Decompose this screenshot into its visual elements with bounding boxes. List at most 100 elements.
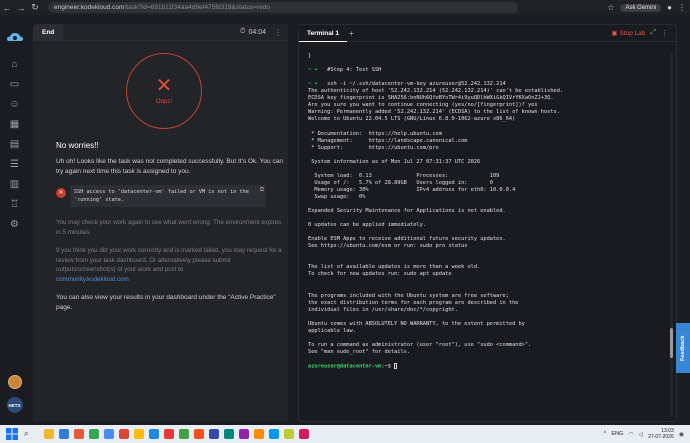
stop-lab-label: Stop Lab [619, 30, 646, 37]
result-heading: No worries!! [56, 141, 99, 150]
stopwatch-icon: ⏱ [240, 28, 246, 35]
taskbar-app-icon[interactable] [284, 429, 294, 439]
taskbar-app-icon[interactable] [44, 429, 54, 439]
terminal-line: the exact distribution terms for each pr… [308, 299, 519, 306]
terminal-line: Memory usage: 30% IPv4 address for eth0:… [308, 186, 516, 193]
forward-icon[interactable]: → [14, 3, 28, 13]
taskbar-app-icon[interactable] [179, 429, 189, 439]
terminal-line: Are you sure you want to continue connec… [308, 102, 538, 109]
terminal-line: * Support: https://ubuntu.com/pro [308, 144, 439, 151]
taskbar-app-icon[interactable] [269, 429, 279, 439]
settings-icon[interactable]: ⚙ [0, 215, 29, 235]
reload-icon[interactable]: ↻ [28, 2, 42, 13]
tab-end[interactable]: End [33, 23, 64, 41]
taskbar: ⌕ ^ ENG ◠ ◁ 13:03 27-07-2026 ◉ [0, 425, 690, 443]
terminal-line: ECDSA key fingerprint is SHA256:bnNUh6Qf… [308, 95, 554, 102]
ask-gemini-button[interactable]: Ask Gemini [620, 3, 662, 12]
close-icon: ✕ [155, 75, 173, 97]
notification-icon[interactable]: ◉ [679, 431, 684, 438]
terminal-line: azureuser@datacenter-vm:~$ [308, 363, 664, 370]
windows-start-icon[interactable] [6, 428, 18, 440]
taskbar-app-icon[interactable] [224, 429, 234, 439]
profile-icon[interactable]: ● [667, 3, 672, 12]
grid-icon[interactable]: ▦ [0, 115, 29, 135]
result-panel-header: End ⏱ 04:04 ⋮ [33, 23, 288, 41]
address-bar[interactable]: engineer.kodekloud.com/task?id=691b11f34… [48, 2, 518, 13]
stop-lab-button[interactable]: ▣ Stop Lab [611, 29, 645, 37]
oops-label: Oops! [155, 99, 172, 105]
speaker-icon[interactable]: ◁ [639, 431, 644, 438]
taskbar-app-icon[interactable] [74, 429, 84, 439]
browser-toolbar: ← → ↻ engineer.kodekloud.com/task?id=691… [0, 0, 690, 15]
terminal-cursor [394, 363, 398, 370]
taskbar-app-icon[interactable] [209, 429, 219, 439]
terminal-line: The authenticity of host '52.242.132.214… [308, 88, 564, 95]
user-icon[interactable]: ☺ [0, 95, 29, 115]
error-icon: ✕ [56, 188, 66, 198]
search-icon[interactable]: ⌕ [24, 429, 36, 439]
more-options-icon[interactable]: ⋮ [661, 29, 668, 37]
terminal-line: System load: 0.13 Processes: 109 [308, 172, 500, 179]
taskbar-app-icon[interactable] [299, 429, 309, 439]
list-icon[interactable]: ☰ [0, 155, 29, 175]
taskbar-app-icon[interactable] [194, 429, 204, 439]
taskbar-app-icon[interactable] [59, 429, 69, 439]
chevron-up-icon[interactable]: ^ [604, 431, 607, 437]
menu-icon[interactable]: ⋮ [678, 3, 686, 12]
home-icon[interactable]: ⌂ [0, 55, 29, 75]
tab-terminal-1[interactable]: Terminal 1 [299, 25, 348, 42]
copy-icon[interactable]: ⧉ [260, 187, 264, 194]
taskbar-app-icon[interactable] [104, 429, 114, 439]
trophy-icon[interactable]: ♖ [0, 195, 29, 215]
terminal-line: See https://ubuntu.com/esm or run: sudo … [308, 243, 468, 250]
terminal-line: applicable law. [308, 327, 356, 334]
terminal-scrollbar[interactable] [670, 53, 673, 417]
taskbar-app-icon[interactable] [254, 429, 264, 439]
taskbar-app-icon[interactable] [134, 429, 144, 439]
language-indicator[interactable]: ENG [611, 431, 623, 437]
star-icon[interactable]: ☆ [607, 3, 614, 12]
terminal-line: 0 updates can be applied immediately. [308, 222, 426, 229]
add-terminal-button[interactable]: + [349, 29, 354, 38]
playground-icon[interactable]: ▤ [0, 135, 29, 155]
sidebar: ⌂ ▭ ☺ ▦ ▤ ☰ ▥ ♖ ⚙ HETS [0, 15, 29, 425]
terminal-line: The list of available updates is more th… [308, 264, 481, 271]
taskbar-app-icon[interactable] [89, 429, 99, 439]
taskbar-app-icon[interactable] [119, 429, 129, 439]
fullscreen-icon[interactable]: ⤢ [650, 29, 656, 37]
terminal-line: The programs included with the Ubuntu sy… [308, 292, 509, 299]
community-link[interactable]: community.kodekloud.com [56, 276, 129, 283]
avatar[interactable] [7, 375, 22, 389]
timer-value: 04:04 [248, 28, 266, 36]
taskbar-app-icon[interactable] [149, 429, 159, 439]
book-icon[interactable]: ▭ [0, 75, 29, 95]
wifi-icon[interactable]: ◠ [628, 431, 633, 438]
terminal-line: To run a command as administrator (user … [308, 341, 532, 348]
terminal-line: Welcome to Ubuntu 22.04.5 LTS (GNU/Linux… [308, 116, 516, 123]
badge-icon[interactable]: HETS [6, 397, 23, 413]
terminal-line: } [308, 53, 312, 59]
terminal-line: Warning: Permanently added '52.242.132.2… [308, 109, 560, 116]
terminal-line: See "man sudo_root" for details. [308, 348, 411, 355]
error-text: SSH access to 'datacenter-vm' failed or … [74, 189, 249, 203]
taskbar-app-icon[interactable] [239, 429, 249, 439]
terminal-line: Usage of /: 5.7% of 28.89GB Users logged… [308, 179, 493, 186]
clock[interactable]: 13:03 27-07-2026 [648, 428, 674, 441]
terminal-output[interactable]: } ~ ➜ #Step 4: Test SSH ~ ➜ ssh -i ~/.ssh/… [308, 53, 664, 415]
more-options-icon[interactable]: ⋮ [274, 28, 282, 37]
result-message: Uh oh! Looks like the task was not compl… [56, 158, 283, 175]
chart-icon[interactable]: ▥ [0, 175, 29, 195]
back-icon[interactable]: ← [0, 3, 14, 13]
feedback-button[interactable]: Feedback [676, 323, 690, 373]
terminal-line: * Documentation: https://help.ubuntu.com [308, 130, 442, 137]
kodekloud-logo-icon [6, 33, 23, 41]
taskbar-app-icon[interactable] [164, 429, 174, 439]
scrollbar-thumb[interactable] [670, 328, 673, 358]
review-text: If you think you did your work correctly… [56, 246, 284, 284]
result-panel: End ⏱ 04:04 ⋮ ✕ Oops! No worries!! Uh oh!… [33, 23, 288, 422]
